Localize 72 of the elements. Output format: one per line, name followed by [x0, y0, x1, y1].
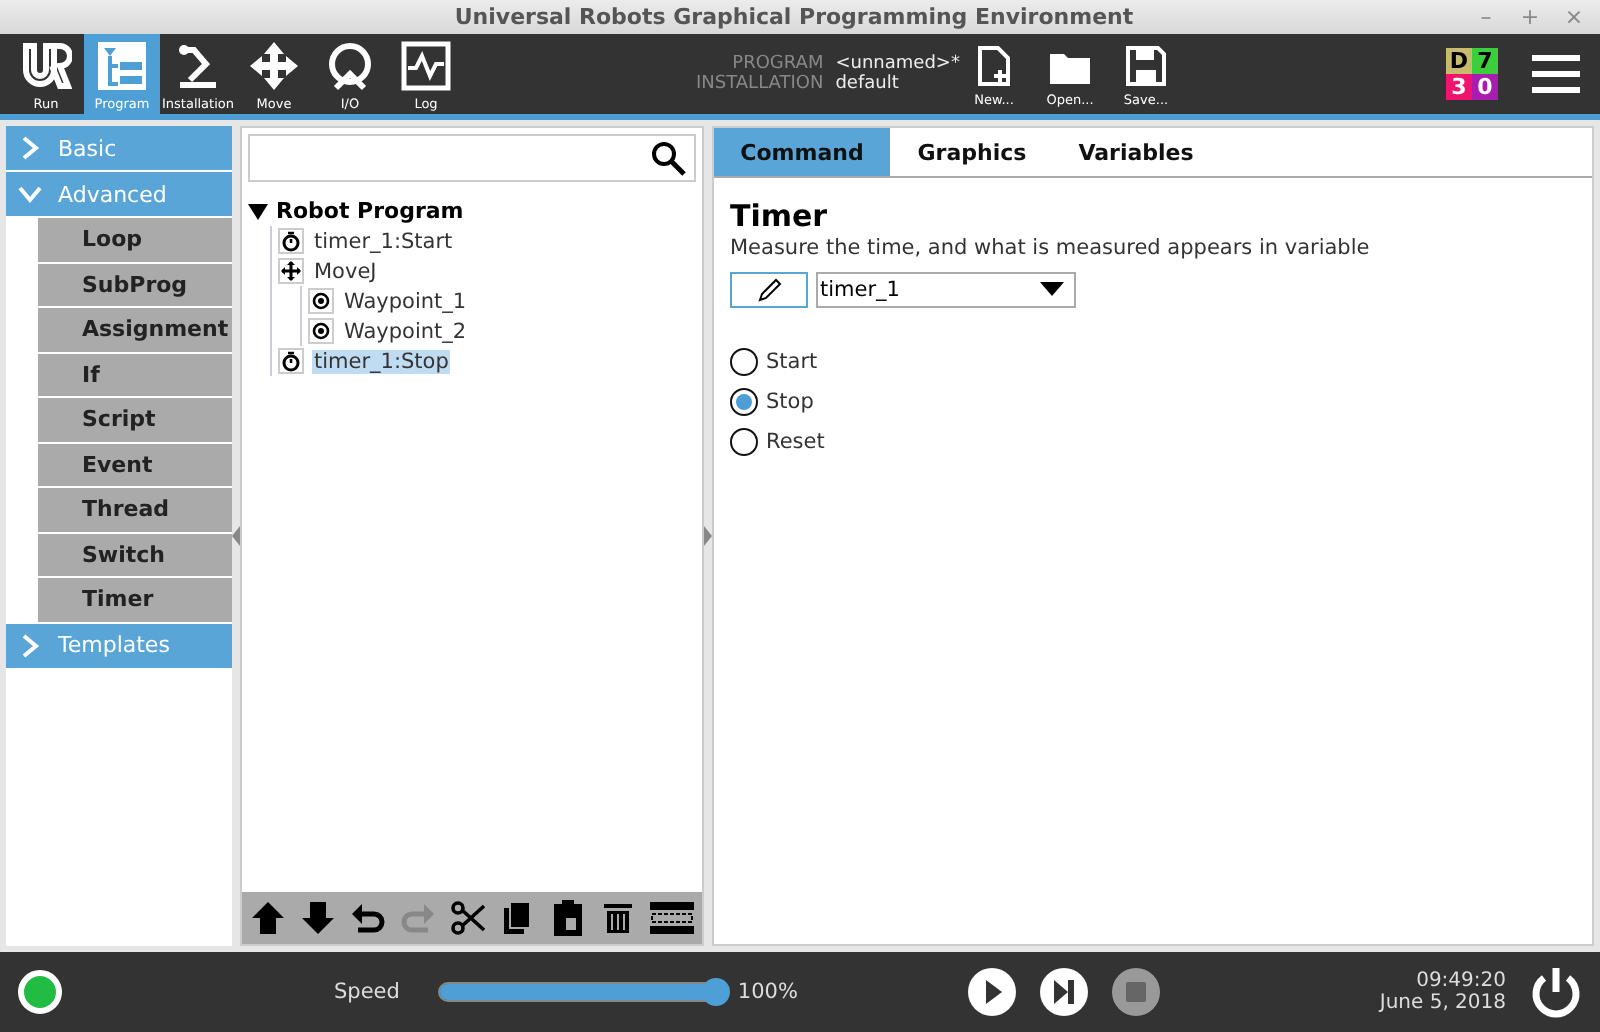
folder-icon	[1050, 50, 1090, 86]
command-item[interactable]: Loop	[38, 218, 232, 261]
program-name: <unnamed>*	[835, 54, 960, 74]
command-item[interactable]: Script	[38, 398, 232, 441]
logo-icon	[20, 40, 72, 92]
down-arrow-icon[interactable]	[300, 900, 336, 936]
node-description: Measure the time, and what is measured appears in variable	[730, 236, 1372, 260]
search-field[interactable]	[248, 134, 696, 182]
power-icon[interactable]	[1530, 966, 1582, 1018]
move-arrows-icon	[248, 40, 300, 92]
stopwatch-icon	[278, 348, 304, 374]
clipboard-icon[interactable]	[550, 900, 586, 936]
installation-label: INSTALLATION	[696, 74, 824, 94]
undo-icon[interactable]	[350, 900, 386, 936]
dropdown-arrow-icon	[1040, 282, 1064, 298]
trash-icon[interactable]	[600, 900, 636, 936]
command-item[interactable]: SubProg	[38, 263, 232, 306]
radio-option[interactable]: Reset	[730, 428, 1576, 456]
command-item[interactable]: Event	[38, 443, 232, 486]
radio-button[interactable]	[730, 348, 758, 376]
window-title: Universal Robots Graphical Programming Environment	[452, 4, 1136, 30]
scissors-icon[interactable]	[450, 900, 486, 936]
tab[interactable]: Command	[714, 128, 890, 176]
variable-dropdown[interactable]: timer_1	[816, 272, 1076, 308]
status-indicator[interactable]	[18, 970, 62, 1014]
tree-node[interactable]: MoveJ	[312, 259, 379, 283]
radio-option[interactable]: Stop	[730, 388, 1576, 416]
chevron-icon	[18, 182, 42, 206]
step-icon[interactable]	[1037, 966, 1090, 1018]
log-graph-icon	[400, 40, 452, 92]
play-icon[interactable]	[965, 966, 1018, 1018]
tree-root[interactable]: Robot Program	[276, 198, 464, 224]
program-tree-icon	[96, 40, 148, 92]
stopwatch-icon	[278, 228, 304, 254]
speed-label: Speed	[334, 980, 400, 1004]
new-file-icon	[978, 46, 1010, 86]
status-indicator: 3	[1446, 74, 1472, 100]
tree-node[interactable]: Waypoint_2	[342, 319, 469, 343]
move-arrows-icon	[278, 258, 304, 284]
tree-node[interactable]: Waypoint_1	[342, 289, 469, 313]
command-item[interactable]: Assignment	[38, 308, 232, 351]
chevron-icon	[18, 136, 42, 160]
menu-icon[interactable]	[1530, 52, 1582, 96]
clock-time: 09:49:20	[1416, 970, 1506, 992]
command-item[interactable]: Timer	[38, 578, 232, 621]
pencil-icon	[753, 276, 785, 304]
collapse-triangle[interactable]	[248, 201, 268, 221]
command-item[interactable]: Thread	[38, 488, 232, 531]
command-item[interactable]: If	[38, 353, 232, 396]
radio-button[interactable]	[730, 388, 758, 416]
radio-button[interactable]	[730, 428, 758, 456]
command-item[interactable]: Switch	[38, 533, 232, 576]
speed-value: 100%	[737, 980, 798, 1004]
clock-date: June 5, 2018	[1379, 992, 1506, 1014]
radio-option[interactable]: Start	[730, 348, 1576, 376]
io-ring-icon	[324, 40, 376, 92]
waypoint-icon	[308, 318, 334, 344]
status-indicator: 7	[1472, 48, 1498, 74]
status-indicator: D	[1446, 48, 1472, 74]
edit-button[interactable]	[730, 272, 808, 308]
chevron-icon	[18, 633, 42, 657]
installation-name: default	[835, 74, 901, 94]
up-arrow-icon[interactable]	[250, 900, 286, 936]
waypoint-icon	[308, 288, 334, 314]
tree-node[interactable]: timer_1:Start	[312, 229, 455, 253]
search-icon	[650, 140, 686, 176]
save-icon	[1126, 46, 1166, 86]
node-title: Timer	[730, 198, 830, 234]
tree-node[interactable]: timer_1:Stop	[312, 349, 451, 373]
suppress-icon[interactable]	[650, 900, 694, 936]
program-label: PROGRAM	[730, 54, 824, 74]
status-indicator: 0	[1472, 74, 1498, 100]
